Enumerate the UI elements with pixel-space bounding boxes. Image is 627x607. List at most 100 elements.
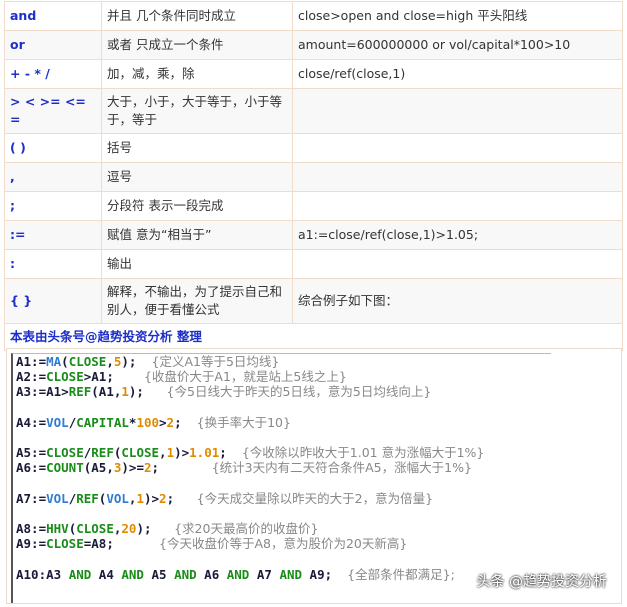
description-cell: 输出 — [101, 249, 293, 279]
code-token: ; — [174, 414, 197, 430]
description-cell: 括号 — [101, 133, 293, 163]
code-token: =A8; — [83, 536, 160, 552]
description-cell: 大于，小于，大于等于，小于等于，等于 — [101, 88, 293, 134]
code-token: AND — [226, 566, 250, 582]
table-row: { } 解释，不输出，为了提示自己和别人，便于看懂公式 综合例子如下图： — [4, 278, 623, 324]
code-token: ); — [121, 354, 152, 369]
table-row: + - * / 加，减，乘，除 close/ref(close,1) — [4, 59, 623, 89]
code-line: A7:=VOL/REF(VOL,1)>2; {今天成交量除以昨天的大于2，意为倍… — [16, 491, 551, 506]
table-row: := 赋值 意为“相当于” a1:=close/ref(close,1)>1.05; — [4, 220, 623, 250]
code-token: 2 — [143, 460, 152, 476]
code-line: A5:=CLOSE/REF(CLOSE,1)>1.01; {今收除以昨收大于1.… — [16, 445, 551, 460]
description-cell: 赋值 意为“相当于” — [101, 220, 293, 250]
code-token: MA — [46, 354, 62, 369]
code-token: ; — [151, 460, 212, 476]
watermark: 头条 @趋势投资分析 — [476, 574, 607, 590]
code-token: 100 — [136, 414, 160, 430]
code-token: , — [159, 445, 167, 461]
description-cell: 分段符 表示一段完成 — [101, 191, 293, 221]
code-token: CLOSE — [68, 354, 107, 369]
code-token: VOL — [106, 490, 129, 506]
code-token: A9:= — [16, 536, 47, 552]
code-token: REF — [91, 445, 114, 461]
code-token: COUNT — [46, 460, 84, 476]
formula-code-panel: A1:=MA(CLOSE,5); {定义A1等于5日均线} A2:=CLOSE>A… — [6, 348, 622, 604]
example-cell: close>open and close=high 平头阳线 — [292, 1, 623, 31]
code-comment: {今5日线大于昨天的5日线，意为5日均线向上} — [166, 384, 432, 400]
code-token: (A5, — [83, 460, 114, 476]
description-cell: 逗号 — [101, 162, 293, 192]
code-comment: {收盘价大于A1，就是站上5线之上} — [143, 369, 347, 385]
code-line: A2:=CLOSE>A1; {收盘价大于A1，就是站上5线之上} — [16, 369, 551, 384]
code-token: )>= — [121, 460, 144, 476]
code-token: CLOSE — [76, 521, 114, 537]
code-token: A10:A3 — [16, 566, 69, 582]
code-comment: {今天收盘价等于A8，意为股价为20天新高} — [159, 536, 408, 552]
example-cell — [292, 133, 623, 163]
example-cell — [292, 162, 623, 192]
code-token: 1.01 — [189, 445, 220, 461]
table-row: > < >= <= = 大于，小于，大于等于，小于等于，等于 — [4, 88, 623, 134]
example-cell — [292, 191, 623, 221]
code-token: 1 — [121, 384, 129, 400]
code-comment: {求20天最高价的收盘价} — [174, 521, 319, 537]
code-token: CLOSE — [46, 369, 84, 385]
code-line: A3:=A1>REF(A1,1); {今5日线大于昨天的5日线，意为5日均线向上… — [16, 384, 551, 399]
operator-cell: { } — [4, 278, 102, 324]
operator-cell: > < >= <= = — [4, 88, 102, 134]
operator-cell: + - * / — [4, 59, 102, 89]
code-token: )> — [174, 445, 190, 461]
code-token: 1 — [166, 445, 175, 461]
example-cell — [292, 249, 623, 279]
code-token: )> — [143, 490, 160, 506]
code-comment: {全部条件都满足}; — [347, 566, 455, 582]
code-token: >A1; — [83, 369, 144, 385]
code-token: (A1, — [91, 384, 122, 400]
table-row: : 输出 — [4, 249, 623, 279]
code-comment: {换手率大于10} — [196, 414, 291, 430]
operator-cell: , — [4, 162, 102, 192]
table-row: or 或者 只成立一个条件 amount=600000000 or vol/capi… — [4, 30, 623, 60]
example-cell: close/ref(close,1) — [292, 59, 623, 89]
example-cell: a1:=close/ref(close,1)>1.05; — [292, 220, 623, 250]
description-cell: 解释，不输出，为了提示自己和别人，便于看懂公式 — [101, 278, 293, 324]
code-token: A6 — [196, 566, 227, 582]
code-token: A9; — [302, 566, 348, 582]
code-comment: {定义A1等于5日均线} — [151, 354, 280, 369]
code-line: A8:=HHV(CLOSE,20); {求20天最高价的收盘价} — [16, 521, 551, 536]
code-token: AND — [174, 566, 197, 582]
code-token: A5 — [143, 566, 175, 582]
code-token: AND — [279, 566, 303, 582]
code-editor: A1:=MA(CLOSE,5); {定义A1等于5日均线} A2:=CLOSE>A… — [11, 353, 551, 603]
table-row: ( ) 括号 — [4, 133, 623, 163]
table-footer-credit: 本表由头条号@趋势投资分析 整理 — [4, 323, 623, 351]
code-token: 20 — [121, 521, 137, 537]
code-token: A5:= — [16, 445, 47, 461]
code-token: ; — [219, 445, 242, 461]
code-token: A3:=A1> — [16, 384, 69, 400]
description-cell: 或者 只成立一个条件 — [101, 30, 293, 60]
code-token: A4 — [91, 566, 122, 582]
code-token: 2 — [159, 490, 167, 506]
table-row: , 逗号 — [4, 162, 623, 192]
code-token: A4:= — [16, 414, 47, 430]
code-token: 2 — [166, 414, 175, 430]
code-token: CLOSE — [46, 445, 84, 461]
operator-table: and 并且 几个条件同时成立 close>open and close=high … — [4, 1, 623, 351]
code-token: CLOSE — [46, 536, 84, 552]
code-token: 1 — [136, 490, 144, 506]
code-token: A1:= — [16, 354, 47, 369]
code-token: VOL — [46, 414, 69, 430]
code-token: REF — [76, 490, 99, 506]
code-token: HHV — [46, 521, 69, 537]
description-cell: 并且 几个条件同时成立 — [101, 1, 293, 31]
example-cell: amount=600000000 or vol/capital*100>10 — [292, 30, 623, 60]
code-line: A6:=COUNT(A5,3)>=2; {统计3天内有二天符合条件A5，涨幅大于… — [16, 460, 551, 475]
code-comment: {统计3天内有二天符合条件A5，涨幅大于1%} — [211, 460, 472, 476]
table-row: and 并且 几个条件同时成立 close>open and close=high … — [4, 1, 623, 31]
code-token: VOL — [46, 490, 69, 506]
